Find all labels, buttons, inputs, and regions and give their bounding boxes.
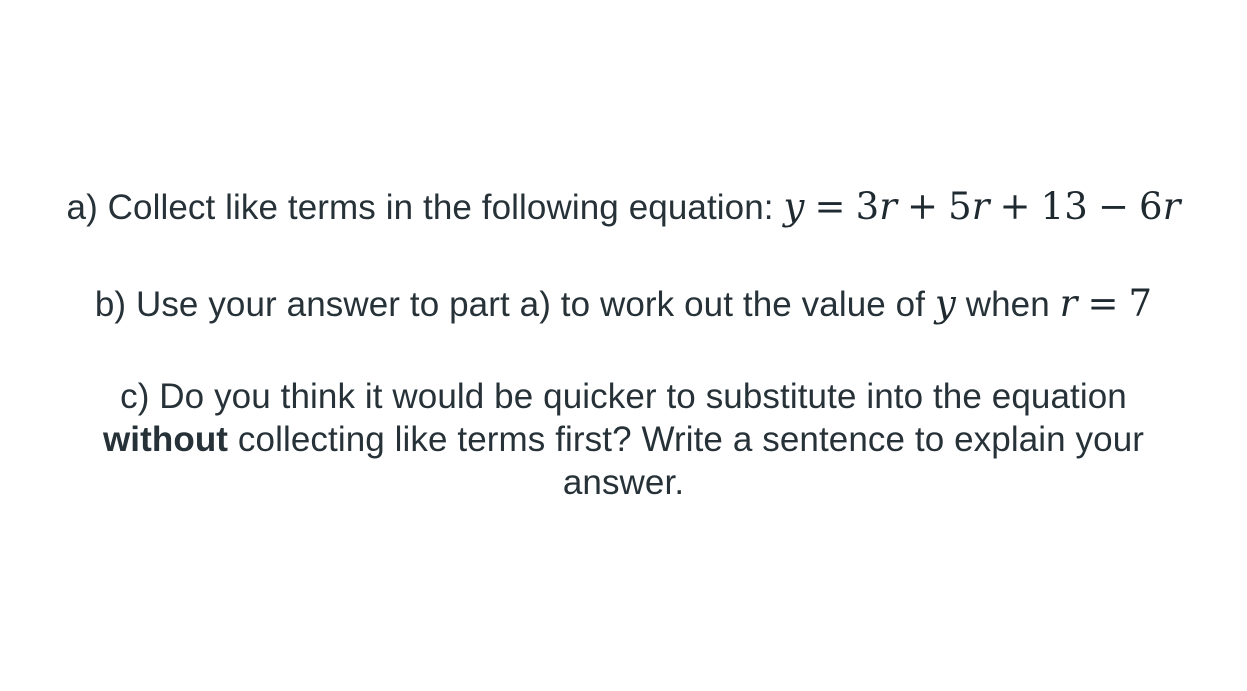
eq-minus: − [1097, 185, 1130, 228]
eq-equals: = [814, 185, 846, 228]
eq-t1-coef: 3 [855, 185, 880, 228]
eq-t2-var: r [971, 185, 990, 228]
part-b-text: b) Use your answer to part a) to work ou… [94, 285, 926, 324]
slide: a) Collect like terms in the following e… [0, 0, 1247, 691]
eq-t4-coef: 6 [1139, 185, 1163, 228]
part-c-line-2-rest: collecting like terms first? Write a sen… [237, 420, 1145, 459]
part-a-equation: y = 3r +5r +13−6r [783, 185, 1180, 228]
eq-t2-coef: 5 [948, 185, 972, 228]
part-a-text: a) Collect like terms in the following e… [66, 188, 774, 227]
eq-plus-1: + [907, 185, 939, 228]
var-r: r [1059, 282, 1078, 325]
part-c-line-1: c) Do you think it would be quicker to s… [120, 377, 1127, 416]
part-b-when: when [965, 285, 1050, 324]
question-part-b: b) Use your answer to part a) to work ou… [0, 282, 1247, 326]
part-b-condition: r = 7 [1060, 282, 1153, 325]
part-c-line-3: answer. [562, 463, 685, 502]
eq-t4-var: r [1162, 185, 1181, 228]
question-part-c: c) Do you think it would be quicker to s… [0, 375, 1247, 504]
part-c-line-2: without collecting like terms first? Wri… [0, 418, 1247, 461]
cond-equals: = [1087, 282, 1119, 325]
part-c-bold-word: without [102, 420, 229, 459]
var-y: y [934, 282, 956, 325]
eq-t1-var: r [879, 185, 897, 228]
eq-y: y [783, 185, 805, 228]
question-part-a: a) Collect like terms in the following e… [0, 185, 1247, 229]
part-b-var-y: y [935, 282, 956, 325]
eq-t3: 13 [1040, 185, 1088, 228]
eq-plus-2: + [999, 185, 1031, 228]
cond-value: 7 [1128, 282, 1153, 325]
